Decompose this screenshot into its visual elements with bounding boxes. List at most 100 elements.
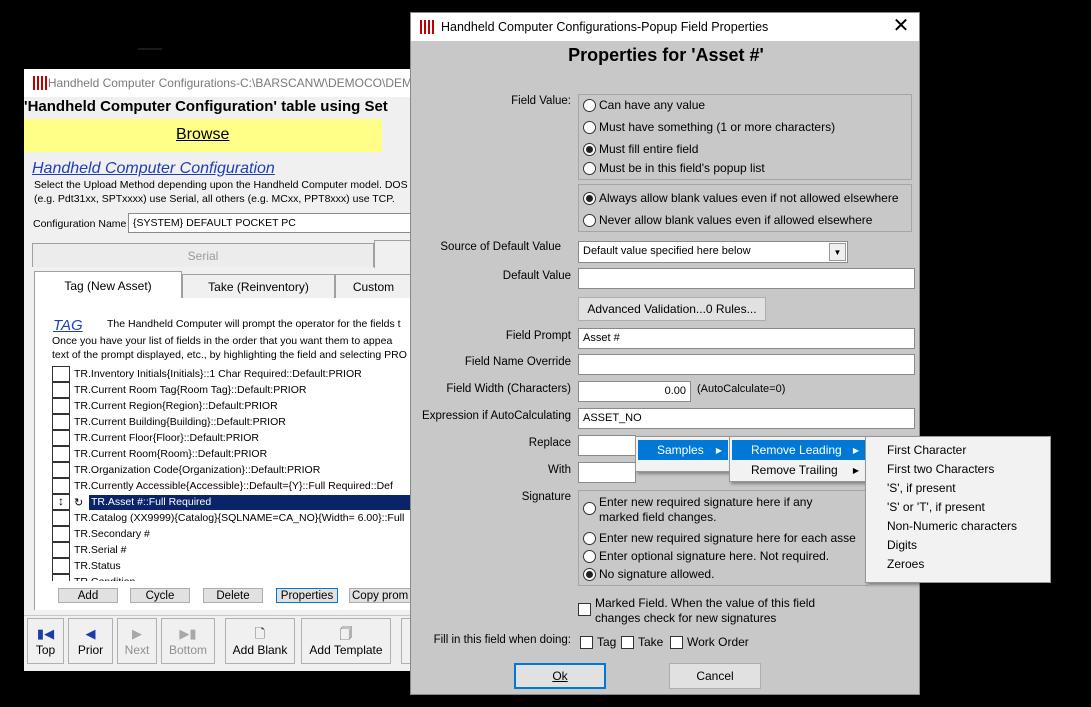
field-name-override-input[interactable] bbox=[578, 354, 915, 375]
replace-input[interactable] bbox=[578, 435, 636, 456]
list-item[interactable]: TR.Catalog (XX9999){Catalog}{SQLNAME=CA_… bbox=[52, 510, 412, 526]
field-value-popup[interactable]: Must be in this field's popup list bbox=[583, 161, 765, 175]
copy-prompts-button[interactable]: Copy prom bbox=[349, 588, 412, 603]
properties-button[interactable]: Properties bbox=[276, 588, 338, 603]
list-item[interactable]: ↕ ↻ TR.Asset #::Full Required bbox=[52, 494, 412, 510]
radio-any[interactable] bbox=[583, 98, 596, 112]
radio-sig-none[interactable] bbox=[583, 567, 596, 581]
prior-button[interactable]: ◀ Prior bbox=[68, 618, 113, 664]
ok-button[interactable]: Ok bbox=[514, 663, 606, 689]
marked-field-checkbox[interactable] bbox=[578, 603, 591, 616]
row-selector[interactable] bbox=[52, 478, 70, 494]
row-selector[interactable] bbox=[52, 574, 70, 581]
list-item[interactable]: TR.Secondary # bbox=[52, 526, 412, 542]
radio-sig-each-asset[interactable] bbox=[583, 531, 596, 545]
radio-blank-never[interactable] bbox=[583, 213, 596, 227]
row-selector[interactable] bbox=[52, 414, 70, 430]
list-item[interactable]: TR.Currently Accessible{Accessible}::Def… bbox=[52, 478, 412, 494]
field-value-something[interactable]: Must have something (1 or more character… bbox=[583, 120, 835, 134]
next-button[interactable]: ▶ Next bbox=[117, 618, 157, 664]
add-button[interactable]: Add bbox=[58, 588, 118, 603]
source-default-select[interactable]: Default value specified here below ▼ bbox=[578, 241, 848, 263]
browse-link[interactable]: Browse bbox=[176, 126, 229, 144]
menu-item-option[interactable]: Non-Numeric characters bbox=[868, 516, 1048, 535]
row-selector[interactable] bbox=[52, 398, 70, 414]
list-item[interactable]: TR.Serial # bbox=[52, 542, 412, 558]
menu-remove-leading[interactable]: Remove Leading ▶ bbox=[732, 440, 865, 460]
row-selector[interactable] bbox=[52, 462, 70, 478]
blank-always[interactable]: Always allow blank values even if not al… bbox=[583, 191, 899, 205]
chevron-down-icon[interactable]: ▼ bbox=[829, 243, 846, 261]
menu-item-option[interactable]: Zeroes bbox=[868, 554, 1048, 573]
radio-sig-any-change[interactable] bbox=[583, 502, 596, 515]
fill-take-option[interactable]: Take bbox=[621, 635, 663, 649]
close-icon[interactable]: ✕ bbox=[889, 15, 913, 39]
tab-serial[interactable]: Serial bbox=[32, 243, 374, 267]
radio-something[interactable] bbox=[583, 120, 596, 134]
add-template-button[interactable]: 🗍 Add Template bbox=[301, 618, 391, 664]
expression-input[interactable]: ASSET_NO bbox=[578, 408, 915, 429]
top-button[interactable]: ▮◀ Top bbox=[27, 618, 64, 664]
radio-blank-always[interactable] bbox=[583, 191, 596, 205]
background-titlebar[interactable]: Handheld Computer Configurations-C:\BARS… bbox=[24, 69, 412, 97]
radio-fill[interactable] bbox=[583, 142, 596, 156]
fill-workorder-option[interactable]: Work Order bbox=[670, 635, 749, 649]
add-blank-button[interactable]: 🗋 Add Blank bbox=[225, 618, 295, 664]
marked-field-checkbox-row[interactable]: Marked Field. When the value of this fie… bbox=[578, 596, 815, 626]
menu-item-option[interactable]: Digits bbox=[868, 535, 1048, 554]
menu-item-option[interactable]: First two Characters bbox=[868, 459, 1048, 478]
fill-tag-checkbox[interactable] bbox=[580, 635, 593, 649]
field-value-fill[interactable]: Must fill entire field bbox=[583, 142, 698, 156]
field-value-any[interactable]: Can have any value bbox=[583, 98, 705, 112]
with-input[interactable] bbox=[578, 462, 636, 483]
list-item[interactable]: TR.Condition bbox=[52, 574, 412, 581]
cycle-button[interactable]: Cycle bbox=[130, 588, 190, 603]
radio-sig-optional[interactable] bbox=[583, 549, 596, 563]
section-link[interactable]: Handheld Computer Configuration bbox=[32, 160, 275, 178]
row-selector[interactable] bbox=[52, 382, 70, 398]
menu-item-option[interactable]: First Character bbox=[868, 440, 1048, 459]
tag-link[interactable]: TAG bbox=[53, 317, 83, 334]
signature-each-asset[interactable]: Enter new required signature here for ea… bbox=[583, 531, 856, 545]
signature-none[interactable]: No signature allowed. bbox=[583, 567, 714, 581]
row-selector[interactable] bbox=[52, 366, 70, 382]
tab-custom[interactable]: Custom bbox=[335, 274, 412, 299]
signature-optional[interactable]: Enter optional signature here. Not requi… bbox=[583, 549, 829, 563]
config-name-input[interactable]: {SYSTEM} DEFAULT POCKET PC bbox=[128, 213, 412, 233]
menu-samples[interactable]: Samples ▶ bbox=[638, 440, 728, 460]
list-item[interactable]: TR.Current Region{Region}::Default:PRIOR bbox=[52, 398, 412, 414]
list-item[interactable]: TR.Current Room Tag{Room Tag}::Default:P… bbox=[52, 382, 412, 398]
cancel-button[interactable]: Cancel bbox=[669, 663, 761, 689]
row-selector[interactable]: ↕ bbox=[52, 494, 70, 510]
field-width-input[interactable]: 0.00 bbox=[578, 381, 691, 402]
dialog-titlebar[interactable]: Handheld Computer Configurations-Popup F… bbox=[411, 13, 919, 41]
list-item[interactable]: TR.Current Room{Room}::Default:PRIOR bbox=[52, 446, 412, 462]
delete-button[interactable]: Delete bbox=[203, 588, 263, 603]
row-selector[interactable] bbox=[52, 542, 70, 558]
row-selector[interactable] bbox=[52, 526, 70, 542]
row-selector[interactable] bbox=[52, 510, 70, 526]
bottom-button[interactable]: ▶▮ Bottom bbox=[161, 618, 215, 664]
signature-any-change[interactable]: Enter new required signature here if any… bbox=[583, 495, 829, 525]
tab-tag[interactable]: Tag (New Asset) bbox=[34, 271, 182, 299]
list-item[interactable]: TR.Inventory Initials{Initials}::1 Char … bbox=[52, 366, 412, 382]
default-value-input[interactable] bbox=[578, 268, 915, 289]
menu-item-option[interactable]: 'S' or 'T', if present bbox=[868, 497, 1048, 516]
field-list[interactable]: TR.Inventory Initials{Initials}::1 Char … bbox=[52, 366, 412, 581]
browse-bar[interactable]: Browse bbox=[24, 119, 382, 152]
row-selector[interactable] bbox=[52, 558, 70, 574]
menu-item-option[interactable]: 'S', if present bbox=[868, 478, 1048, 497]
radio-popup[interactable] bbox=[583, 161, 596, 175]
fill-tag-option[interactable]: Tag bbox=[580, 635, 616, 649]
fill-take-checkbox[interactable] bbox=[621, 635, 634, 649]
row-selector[interactable] bbox=[52, 446, 70, 462]
list-item[interactable]: TR.Current Building{Building}::Default:P… bbox=[52, 414, 412, 430]
menu-remove-trailing[interactable]: Remove Trailing ▶ bbox=[732, 460, 865, 480]
advanced-validation-button[interactable]: Advanced Validation...0 Rules... bbox=[578, 297, 766, 321]
fill-workorder-checkbox[interactable] bbox=[670, 635, 683, 649]
tab-take[interactable]: Take (Reinventory) bbox=[182, 274, 335, 299]
list-item[interactable]: TR.Organization Code{Organization}::Defa… bbox=[52, 462, 412, 478]
field-prompt-input[interactable]: Asset # bbox=[578, 328, 915, 349]
row-selector[interactable] bbox=[52, 430, 70, 446]
list-item[interactable]: TR.Status bbox=[52, 558, 412, 574]
